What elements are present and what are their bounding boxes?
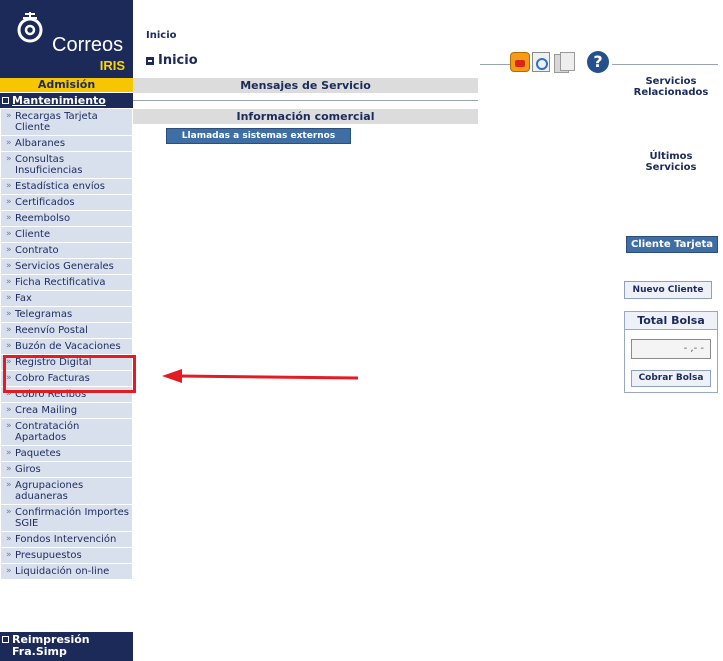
sidebar-item[interactable]: Certificados — [1, 195, 132, 211]
total-bolsa-value: - ,- - — [683, 343, 704, 354]
page-title: Inicio — [146, 53, 198, 68]
sidebar-item[interactable]: Ficha Rectificativa — [1, 275, 132, 291]
sidebar-menu: Recargas Tarjeta ClienteAlbaranesConsult… — [0, 109, 133, 580]
cobrar-bolsa-button[interactable]: Cobrar Bolsa — [631, 370, 711, 387]
sidebar-item[interactable]: Liquidación on-line — [1, 564, 132, 580]
page-title-label: Inicio — [158, 53, 198, 68]
sidebar-item[interactable]: Cliente — [1, 227, 132, 243]
section-reimpresion[interactable]: Reimpresión Fra.Simp — [0, 632, 133, 661]
sidebar-item[interactable]: Consultas Insuficiencias — [1, 152, 132, 179]
collapse-icon — [2, 97, 9, 104]
section-mantenimiento[interactable]: Mantenimiento — [0, 93, 133, 108]
breadcrumb: Inicio — [146, 30, 177, 41]
sidebar-item[interactable]: Telegramas — [1, 307, 132, 323]
sidebar-item[interactable]: Crea Mailing — [1, 403, 132, 419]
section-admision[interactable]: Admisión — [0, 78, 133, 92]
section-reimpresion-label: Reimpresión Fra.Simp — [12, 633, 90, 658]
logo-brand: Correos — [52, 34, 124, 56]
servicios-relacionados-title: Servicios Relacionados — [633, 76, 709, 98]
sidebar-item[interactable]: Servicios Generales — [1, 259, 132, 275]
sidebar-item[interactable]: Agrupaciones aduaneras — [1, 478, 132, 505]
sidebar-item[interactable]: Contratación Apartados — [1, 419, 132, 446]
help-icon[interactable]: ? — [587, 51, 609, 73]
collapse-icon — [2, 636, 9, 643]
divider — [480, 64, 510, 65]
sidebar-item[interactable]: Presupuestos — [1, 548, 132, 564]
sidebar-item[interactable]: Estadística envíos — [1, 179, 132, 195]
sidebar-item[interactable]: Albaranes — [1, 136, 132, 152]
highlight-box — [3, 355, 136, 393]
sidebar-item[interactable]: Confirmación Importes SGIE — [1, 505, 132, 532]
sidebar-item[interactable]: Fax — [1, 291, 132, 307]
nuevo-cliente-button[interactable]: Nuevo Cliente — [624, 281, 712, 299]
mensajes-header: Mensajes de Servicio — [133, 78, 478, 93]
cliente-tarjeta-button[interactable]: Cliente Tarjeta — [626, 236, 718, 253]
logo: Correos IRIS — [0, 0, 133, 78]
divider — [612, 64, 718, 65]
llamadas-button[interactable]: Llamadas a sistemas externos — [166, 128, 351, 144]
total-bolsa-panel: Total Bolsa - ,- - Cobrar Bolsa — [624, 311, 718, 393]
total-bolsa-field: - ,- - — [631, 339, 711, 359]
page-icon — [146, 56, 154, 65]
sidebar-item[interactable]: Buzón de Vacaciones — [1, 339, 132, 355]
logo-sub: IRIS — [99, 58, 125, 73]
search-doc-icon[interactable] — [532, 52, 550, 72]
sidebar-item[interactable]: Fondos Intervención — [1, 532, 132, 548]
sidebar: Correos IRIS Admisión Mantenimiento Reca… — [0, 0, 133, 661]
divider — [133, 100, 478, 101]
documents-icon[interactable] — [554, 52, 575, 73]
section-mantenimiento-label: Mantenimiento — [12, 94, 106, 107]
arrow-left-icon — [162, 369, 359, 383]
sidebar-item[interactable]: Paquetes — [1, 446, 132, 462]
scale-icon[interactable] — [510, 52, 530, 72]
post-horn-icon — [17, 12, 43, 43]
total-bolsa-title: Total Bolsa — [625, 312, 717, 330]
sidebar-item[interactable]: Reembolso — [1, 211, 132, 227]
sidebar-item[interactable]: Recargas Tarjeta Cliente — [1, 109, 132, 136]
sidebar-item[interactable]: Contrato — [1, 243, 132, 259]
ultimos-servicios-title: Últimos Servicios — [645, 151, 697, 173]
info-comercial-header: Información comercial — [133, 109, 478, 124]
sidebar-item[interactable]: Giros — [1, 462, 132, 478]
sidebar-item[interactable]: Reenvío Postal — [1, 323, 132, 339]
